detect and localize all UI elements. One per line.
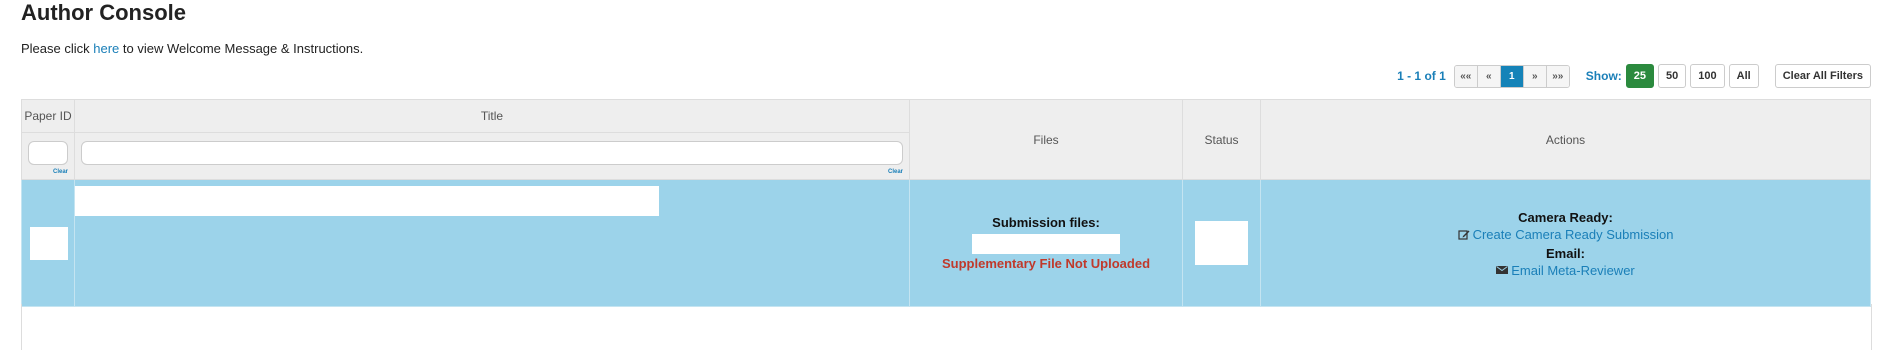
paper-id-redacted (30, 226, 68, 260)
papers-table: Paper ID Title Files Status Actions Clea… (21, 99, 1871, 307)
status-redacted (1195, 221, 1248, 265)
camera-ready-label: Camera Ready: (1518, 210, 1613, 225)
author-console-page: Author Console Please click here to view… (0, 0, 1893, 350)
email-meta-reviewer-text: Email Meta-Reviewer (1511, 262, 1635, 278)
first-page-button[interactable]: «« (1454, 65, 1478, 87)
prev-page-button[interactable]: « (1477, 65, 1501, 87)
envelope-icon (1496, 266, 1509, 274)
header-title[interactable]: Title (74, 99, 910, 133)
intro-text: Please click here to view Welcome Messag… (21, 41, 363, 56)
page-size-all-button[interactable]: All (1728, 64, 1759, 88)
create-camera-ready-text: Create Camera Ready Submission (1472, 227, 1674, 242)
title-cell (74, 179, 910, 307)
submission-file-redacted[interactable] (972, 234, 1120, 254)
page-title: Author Console (21, 0, 186, 25)
header-status[interactable]: Status (1182, 99, 1261, 180)
files-cell: Submission files: Supplementary File Not… (909, 179, 1183, 307)
status-cell (1182, 179, 1261, 307)
header-actions: Actions (1260, 99, 1871, 180)
page-size-25-button[interactable]: 25 (1625, 64, 1655, 88)
paper-id-clear-link[interactable]: Clear (53, 169, 68, 175)
email-meta-reviewer-link[interactable]: Email Meta-Reviewer (1496, 263, 1635, 278)
page-size-50-button[interactable]: 50 (1658, 64, 1687, 88)
paper-id-filter-input[interactable] (28, 141, 68, 165)
title-clear-link[interactable]: Clear (888, 169, 903, 175)
create-camera-ready-link[interactable]: Create Camera Ready Submission (1457, 227, 1674, 242)
pager-bar: 1 - 1 of 1 «« « 1 » »» Show: 25 50 100 A… (1397, 64, 1871, 88)
show-label: Show: (1585, 69, 1622, 83)
intro-before: Please click (21, 41, 94, 56)
welcome-instructions-link[interactable]: here (93, 41, 119, 56)
actions-cell: Camera Ready: Create Camera Ready Submis… (1260, 179, 1871, 307)
result-count: 1 - 1 of 1 (1397, 69, 1446, 83)
header-paper-id[interactable]: Paper ID (21, 99, 75, 133)
email-label: Email: (1545, 245, 1585, 261)
next-page-button[interactable]: » (1523, 65, 1547, 87)
paper-id-cell (21, 179, 75, 307)
edit-icon (1457, 229, 1470, 240)
title-redacted (75, 186, 659, 216)
title-filter-cell: Clear (74, 132, 910, 180)
table-bottom-area (21, 304, 1872, 350)
paper-id-filter-cell: Clear (21, 132, 75, 180)
submission-files-label: Submission files: (992, 215, 1100, 230)
clear-all-filters-button[interactable]: Clear All Filters (1774, 64, 1871, 88)
header-files: Files (909, 99, 1183, 180)
last-page-button[interactable]: »» (1546, 65, 1569, 87)
page-size-100-button[interactable]: 100 (1690, 64, 1725, 88)
current-page-button[interactable]: 1 (1500, 65, 1524, 87)
table-row: Submission files: Supplementary File Not… (21, 179, 1871, 307)
intro-after: to view Welcome Message & Instructions. (119, 41, 364, 56)
title-filter-input[interactable] (81, 141, 903, 165)
pagination: «« « 1 » »» (1453, 64, 1570, 88)
supplementary-status: Supplementary File Not Uploaded (941, 256, 1151, 271)
